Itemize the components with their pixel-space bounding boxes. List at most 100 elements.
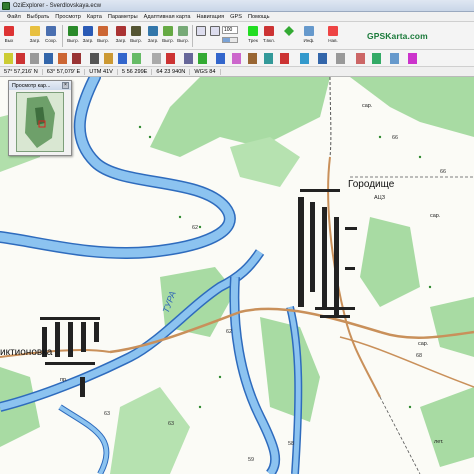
stop-icon[interactable] — [280, 53, 289, 64]
view-icon[interactable] — [318, 53, 327, 64]
zoom-slider[interactable] — [222, 37, 238, 43]
elevation-label: 62 — [226, 329, 233, 335]
track-icon — [131, 26, 141, 36]
info-icon — [304, 26, 314, 36]
menu-navigation[interactable]: Навигация — [197, 14, 225, 20]
stream-water — [58, 405, 109, 474]
delete-icon[interactable] — [16, 53, 25, 64]
waypoint-icon — [68, 26, 78, 36]
menu-file[interactable]: Файл — [7, 14, 21, 20]
menu-view[interactable]: Просмотр — [55, 14, 81, 20]
overview-title-bar[interactable]: Просмотр кар... × — [9, 81, 71, 90]
load-button[interactable]: Загр. — [28, 24, 42, 46]
event-load-button[interactable]: Загр. — [146, 24, 160, 46]
place-label: сар. — [418, 341, 429, 347]
chart-icon[interactable] — [390, 53, 399, 64]
ruler-icon[interactable] — [90, 53, 99, 64]
brand-label: GPSKarta.com — [367, 31, 428, 41]
menu-select[interactable]: Выбрать — [27, 14, 50, 20]
close-icon[interactable]: × — [62, 82, 69, 89]
event-save-button[interactable]: Выгр. — [161, 24, 175, 46]
datum-readout: WGS 84 — [190, 68, 221, 75]
filter-icon[interactable] — [372, 53, 381, 64]
map-icon — [178, 26, 188, 36]
toolbar-separator — [62, 25, 63, 47]
overview-map-image — [25, 96, 55, 148]
place-label: иктионовка — [0, 347, 53, 358]
forest-area — [260, 317, 320, 422]
track — [379, 396, 421, 474]
save-button[interactable]: Сохр. — [44, 24, 58, 46]
zoom-level-select[interactable]: 100 — [222, 26, 238, 34]
funnel-icon[interactable] — [408, 53, 417, 64]
map-upload-button[interactable]: Выгр. — [176, 24, 190, 46]
track-on-icon — [264, 26, 274, 36]
longitude-readout: 63° 57,079' E — [43, 68, 86, 75]
flag-icon[interactable] — [104, 53, 113, 64]
zoom-out-button[interactable] — [208, 24, 222, 46]
waypoint-download-button[interactable]: Загр. — [81, 24, 95, 46]
menu-help[interactable]: Помощь — [248, 14, 270, 20]
waypoint-icon — [83, 26, 93, 36]
elevation-icon[interactable] — [248, 53, 257, 64]
place-label: Городище — [348, 179, 395, 190]
info-button[interactable]: Инф. — [302, 24, 316, 46]
menu-gps[interactable]: GPS — [230, 14, 242, 20]
overview-window[interactable]: Просмотр кар... × — [8, 80, 72, 156]
stream — [58, 404, 110, 474]
elevation-label: 62 — [192, 225, 199, 231]
forest-area — [230, 137, 300, 187]
elevation-label: 59 — [248, 457, 255, 463]
track-icon[interactable] — [72, 53, 81, 64]
northing-readout: 64 23 940N — [152, 68, 191, 75]
menu-options[interactable]: Параметры — [108, 14, 138, 20]
toolbar-separator — [192, 25, 193, 47]
track-save-button[interactable]: Выгр. — [129, 24, 143, 46]
navigation-button[interactable]: Нав. — [326, 24, 340, 46]
main-toolbar: Вых Загр. Сохр. Выгр. Загр. Выгр. Загр. … — [0, 22, 474, 50]
move-map-button[interactable] — [282, 24, 296, 46]
layers-icon[interactable] — [184, 53, 193, 64]
zoom-in-button[interactable] — [194, 24, 208, 46]
elevation-label: 66 — [392, 135, 399, 141]
place-label: сар. — [362, 103, 373, 109]
route-icon[interactable] — [58, 53, 67, 64]
scroll-icon[interactable] — [216, 53, 225, 64]
place-label: АЦЗ — [374, 195, 386, 201]
list-icon[interactable] — [336, 53, 345, 64]
check-icon[interactable] — [198, 53, 207, 64]
track-button[interactable]: Трек — [246, 24, 260, 46]
route-upload-button[interactable]: Выгр. — [96, 24, 110, 46]
track-icon — [116, 26, 126, 36]
coordinate-bar: 57° 57,216' N 63° 57,079' E UTM 41V 5 56… — [0, 67, 474, 77]
arrows-icon — [284, 26, 294, 36]
cross-icon[interactable] — [166, 53, 175, 64]
arrow-icon[interactable] — [356, 53, 365, 64]
forest-area — [430, 297, 474, 357]
track-on-button[interactable]: Т.вкл. — [262, 24, 276, 46]
map-canvas[interactable]: Городище иктионовка ТУРА сар. сар. сар. … — [0, 77, 474, 474]
event-icon — [148, 26, 158, 36]
pencil-icon[interactable] — [4, 53, 13, 64]
pin-icon[interactable] — [118, 53, 127, 64]
easting-readout: 5 56 299E — [118, 68, 153, 75]
utm-zone-readout: UTM 41V — [85, 68, 118, 75]
exit-button[interactable]: Вых — [2, 24, 16, 46]
symbol-icon[interactable] — [232, 53, 241, 64]
exit-icon — [4, 26, 14, 36]
track-load-button[interactable]: Загр. — [114, 24, 128, 46]
forest-area — [110, 387, 190, 474]
magnifier-minus-icon — [210, 26, 220, 36]
menu-adaptive-map[interactable]: Адаптивная карта — [144, 14, 191, 20]
map-icon[interactable] — [132, 53, 141, 64]
waypoint-icon[interactable] — [44, 53, 53, 64]
menu-map[interactable]: Карта — [87, 14, 102, 20]
waypoint-upload-button[interactable]: Выгр. — [66, 24, 80, 46]
overview-map[interactable] — [16, 92, 64, 152]
grid-icon[interactable] — [30, 53, 39, 64]
settings-icon[interactable] — [152, 53, 161, 64]
zoom-slider-fill — [223, 38, 230, 42]
window-title: OziExplorer - Sverdlovskaya.ecw — [13, 2, 102, 9]
track-table-icon[interactable] — [264, 53, 273, 64]
save-track-icon[interactable] — [300, 53, 309, 64]
